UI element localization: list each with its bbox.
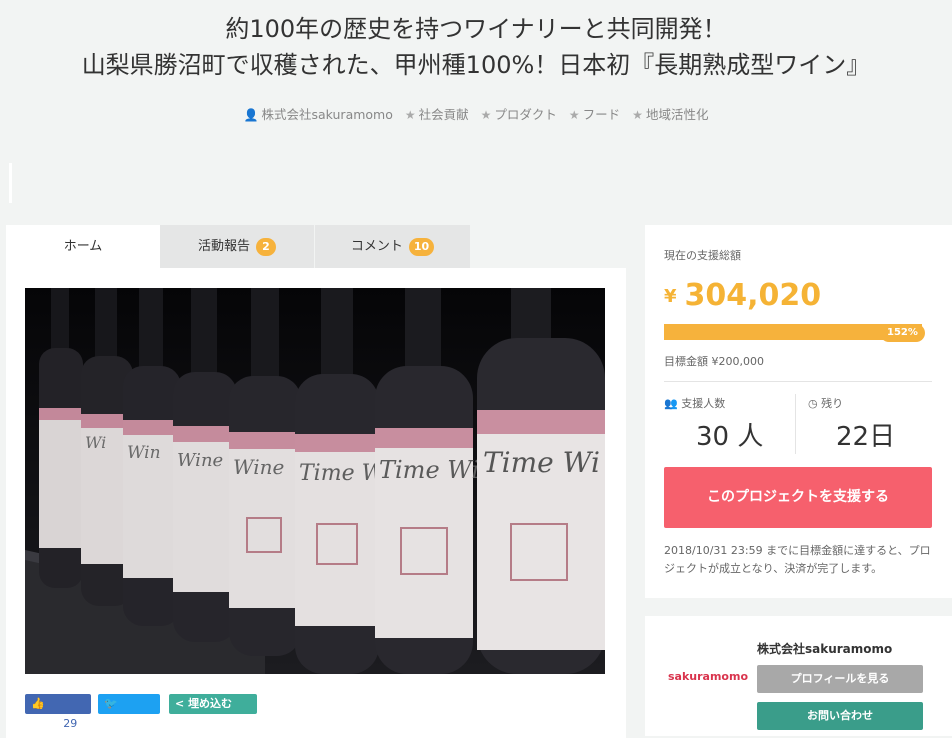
supporters-label: 👥 支援人数	[664, 395, 725, 411]
project-title-line-1: 約100年の歴史を持つワイナリーと共同開発！	[225, 15, 727, 43]
embed-label: 埋め込む	[188, 697, 233, 710]
project-hero-image: Wi Win Wine Wine Time W Time Wi Time Wi	[25, 288, 605, 674]
svg-text:Wine: Wine	[177, 450, 223, 471]
amount-value: 304,020	[684, 278, 822, 313]
owner-tag-label: 株式会社sakuramomo	[261, 107, 393, 122]
svg-text:Wine: Wine	[233, 455, 284, 479]
thumbs-up-icon: 👍	[31, 697, 45, 710]
like-label: Like	[31, 717, 57, 730]
count-badge: 2	[256, 237, 276, 256]
funding-amount: ¥304,020	[664, 278, 821, 313]
users-icon: 👥	[664, 397, 678, 410]
divider	[795, 394, 796, 454]
share-icon: <	[175, 697, 185, 710]
supporters-count: 30 人	[696, 422, 764, 452]
goal-amount: 目標金額 ¥200,000	[664, 355, 764, 368]
progress-percent-badge: 152%	[880, 324, 925, 342]
twitter-bird-icon: 🐦	[104, 697, 118, 710]
tweet-button[interactable]: 🐦 Tweet	[98, 694, 160, 730]
currency-symbol: ¥	[664, 286, 677, 307]
edge-marker	[9, 163, 12, 203]
deadline-notice: 2018/10/31 23:59 までに目標金額に達すると、プロジェクトが成立と…	[664, 544, 931, 575]
contact-button[interactable]: お問い合わせ	[757, 702, 923, 730]
supporters-label-text: 支援人数	[681, 397, 726, 410]
remaining-label-text: 残り	[821, 397, 844, 410]
divider	[664, 381, 932, 382]
project-title-line-2: 山梨県勝沼町で収穫された、甲州種100%！日本初『長期熟成型ワイン』	[81, 51, 871, 79]
category-tag-label: 地域活性化	[645, 107, 709, 122]
owner-name[interactable]: 株式会社sakuramomo	[757, 640, 892, 657]
tab-activity-reports[interactable]: 活動報告 2	[160, 225, 314, 268]
star-icon: ★	[404, 108, 416, 122]
svg-text:Time Wi: Time Wi	[379, 456, 479, 484]
like-count: 29	[60, 717, 81, 730]
wine-bottle: Time Wi	[477, 288, 605, 674]
category-tag-label: 社会貢献	[418, 107, 469, 122]
category-tag[interactable]: ★ 社会貢献	[405, 104, 469, 123]
tab-label: ホーム	[63, 239, 103, 254]
star-icon: ★	[480, 108, 492, 122]
category-tag-label: プロダクト	[494, 107, 557, 122]
owner-tag[interactable]: 👤 株式会社sakuramomo	[244, 104, 393, 123]
project-meta: 👤 株式会社sakuramomo ★ 社会貢献 ★ プロダクト ★ フード ★ 地域活性化	[0, 104, 952, 123]
tab-label: コメント	[350, 239, 403, 254]
svg-text:Wi: Wi	[85, 433, 106, 452]
category-tag[interactable]: ★ フード	[569, 104, 620, 123]
category-tag[interactable]: ★ プロダクト	[481, 104, 557, 123]
tab-home[interactable]: ホーム	[6, 225, 160, 268]
category-tag-label: フード	[582, 107, 621, 122]
star-icon: ★	[632, 108, 643, 122]
owner-logo[interactable]: sakuramomo	[668, 670, 748, 683]
remaining-label: ◷ 残り	[808, 395, 843, 411]
view-profile-button[interactable]: プロフィールを見る	[757, 665, 923, 693]
category-tag[interactable]: ★ 地域活性化	[632, 104, 708, 123]
tab-label: 活動報告	[197, 239, 250, 254]
facebook-like-button[interactable]: 👍 Like 29	[25, 694, 91, 730]
user-icon: 👤	[243, 108, 259, 122]
embed-button[interactable]: < 埋め込む	[169, 694, 257, 714]
current-total-label: 現在の支援総額	[664, 249, 741, 262]
count-badge: 10	[408, 237, 435, 256]
svg-text:Time Wi: Time Wi	[483, 446, 600, 479]
svg-text:Time W: Time W	[299, 461, 387, 486]
tweet-label: Tweet	[104, 717, 141, 730]
svg-text:Win: Win	[127, 443, 161, 463]
wine-bottles-illustration: Wi Win Wine Wine Time W Time Wi Time Wi	[25, 288, 605, 674]
clock-icon: ◷	[808, 397, 818, 410]
days-remaining: 22日	[836, 422, 896, 452]
support-project-button[interactable]: このプロジェクトを支援する	[664, 467, 932, 528]
star-icon: ★	[568, 108, 580, 122]
tab-comments[interactable]: コメント 10	[315, 225, 470, 268]
